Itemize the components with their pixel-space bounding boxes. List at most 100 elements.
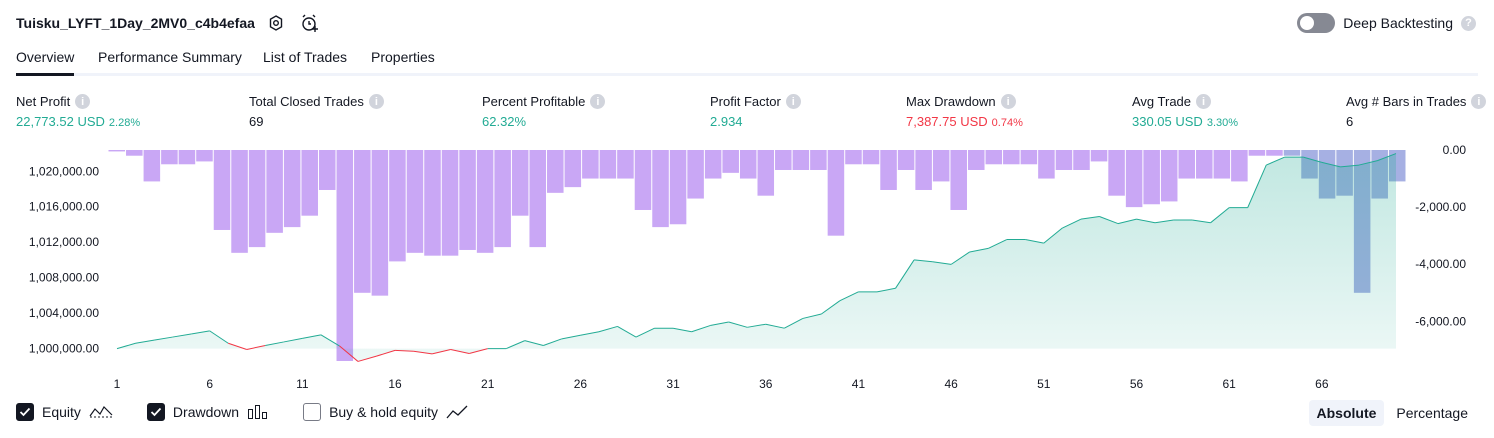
equity-drawdown-chart[interactable]: 1,000,000.00 1,004,000.00 1,008,000.00 1,01… <box>0 140 1494 395</box>
x-axis-tick: 36 <box>759 377 773 391</box>
drawdown-bar <box>266 150 283 233</box>
drawdown-bar <box>1178 150 1196 179</box>
left-axis-tick: 1,004,000.00 <box>29 306 99 320</box>
info-icon[interactable]: i <box>590 94 606 109</box>
drawdown-bar <box>371 150 389 296</box>
drawdown-bars-icon <box>248 405 268 419</box>
drawdown-bar <box>1248 150 1266 156</box>
info-icon[interactable]: i <box>785 94 801 109</box>
drawdown-bar <box>792 150 810 170</box>
tab-properties[interactable]: Properties <box>371 49 435 76</box>
info-icon[interactable]: i <box>75 94 91 109</box>
drawdown-bar <box>336 150 354 361</box>
chart-legend: Equity Drawdown Buy & hold equity <box>16 403 502 421</box>
drawdown-bar <box>318 150 336 190</box>
drawdown-bar <box>985 150 1003 165</box>
help-icon[interactable]: ? <box>1461 15 1476 31</box>
info-icon[interactable]: i <box>1196 94 1212 109</box>
drawdown-bar <box>1196 150 1213 179</box>
left-axis-tick: 1,020,000.00 <box>29 164 99 178</box>
add-alert-icon[interactable] <box>300 12 320 34</box>
x-axis-tick: 61 <box>1222 377 1236 391</box>
equity-line-icon <box>89 406 113 418</box>
legend-drawdown[interactable]: Drawdown <box>146 403 269 421</box>
drawdown-bar <box>564 150 582 188</box>
strategy-title: Tuisku_LYFT_1Day_2MV0_c4b4efaa <box>16 15 255 31</box>
tab-performance-summary[interactable]: Performance Summary <box>98 49 242 76</box>
drawdown-bar <box>283 150 301 228</box>
metric-value: 62.32% <box>482 114 527 129</box>
drawdown-bar <box>178 150 196 165</box>
legend-buy-hold[interactable]: Buy & hold equity <box>303 403 468 421</box>
drawdown-bar <box>547 150 564 193</box>
equity-checkbox[interactable] <box>16 403 34 421</box>
drawdown-bar <box>389 150 406 262</box>
drawdown-bar <box>1055 150 1073 170</box>
drawdown-bar <box>862 150 880 165</box>
metric-percent: 2.28% <box>108 117 141 129</box>
drawdown-bar <box>810 150 827 170</box>
drawdown-bar <box>1266 150 1283 156</box>
tab-overview[interactable]: Overview <box>16 49 75 76</box>
x-axis-tick: 6 <box>206 377 213 391</box>
drawdown-bar <box>599 150 617 179</box>
drawdown-bar <box>143 150 161 182</box>
drawdown-bar <box>108 150 126 152</box>
strategy-header: Tuisku_LYFT_1Day_2MV0_c4b4efaa Deep Back… <box>0 0 1494 46</box>
x-axis-tick: 21 <box>481 377 495 391</box>
x-axis-tick: 56 <box>1130 377 1144 391</box>
legend-equity[interactable]: Equity <box>16 403 113 421</box>
percentage-button[interactable]: Percentage <box>1388 400 1476 426</box>
drawdown-bar <box>424 150 441 256</box>
metric-percent: 0.74% <box>991 117 1023 129</box>
x-axis-tick: 26 <box>574 377 588 391</box>
drawdown-bar <box>1283 150 1301 156</box>
left-axis-tick: 1,016,000.00 <box>29 200 99 214</box>
drawdown-bar <box>634 150 652 210</box>
drawdown-bar <box>231 150 248 253</box>
deep-backtesting-toggle[interactable] <box>1297 13 1336 33</box>
drawdown-bar <box>406 150 424 253</box>
deep-backtesting-control: Deep Backtesting ? <box>1297 13 1476 33</box>
metric-percent: 3.30% <box>1206 117 1239 129</box>
metric-label: Net Profit <box>16 94 71 109</box>
settings-icon[interactable] <box>266 12 286 34</box>
drawdown-bar <box>511 150 529 216</box>
left-axis-tick: 1,012,000.00 <box>29 235 99 249</box>
buy-hold-checkbox[interactable] <box>303 403 322 421</box>
drawdown-bar <box>1090 150 1108 162</box>
info-icon[interactable]: i <box>1000 94 1016 109</box>
x-axis-tick: 51 <box>1037 377 1051 391</box>
info-icon[interactable]: i <box>1471 94 1487 109</box>
drawdown-bar <box>915 150 932 190</box>
drawdown-bar <box>529 150 547 248</box>
drawdown-bar <box>652 150 669 228</box>
drawdown-bar <box>880 150 897 190</box>
absolute-button[interactable]: Absolute <box>1308 400 1385 426</box>
tab-list-of-trades[interactable]: List of Trades <box>263 49 347 76</box>
buy-hold-line-icon <box>446 405 468 419</box>
metric-profit-factor: Profit Factor i 2.934 <box>710 94 801 129</box>
drawdown-checkbox[interactable] <box>146 403 165 421</box>
metric-label: Percent Profitable <box>482 94 586 109</box>
metric-label: Max Drawdown <box>906 94 996 109</box>
equity-label: Equity <box>42 404 81 420</box>
drawdown-bar <box>441 150 459 256</box>
drawdown-bar <box>459 150 476 250</box>
info-icon[interactable]: i <box>368 94 384 109</box>
x-axis-tick: 66 <box>1315 377 1329 391</box>
drawdown-bar <box>845 150 862 165</box>
metric-value: 22,773.52 USD <box>16 114 105 129</box>
metric-value: 2.934 <box>710 114 743 129</box>
drawdown-bar <box>704 150 722 179</box>
metric-max-drawdown: Max Drawdown i 7,387.75 USD 0.74% <box>906 94 1023 129</box>
drawdown-bar <box>213 150 231 230</box>
x-axis-tick: 1 <box>114 377 121 391</box>
drawdown-bar <box>827 150 845 236</box>
drawdown-bar <box>932 150 950 182</box>
x-axis-tick: 11 <box>296 377 309 391</box>
right-axis-tick: -2,000.00 <box>1415 200 1466 214</box>
metric-avg-trade: Avg Trade i 330.05 USD 3.30% <box>1132 94 1238 129</box>
drawdown-bar <box>161 150 178 165</box>
drawdown-bar <box>897 150 915 170</box>
